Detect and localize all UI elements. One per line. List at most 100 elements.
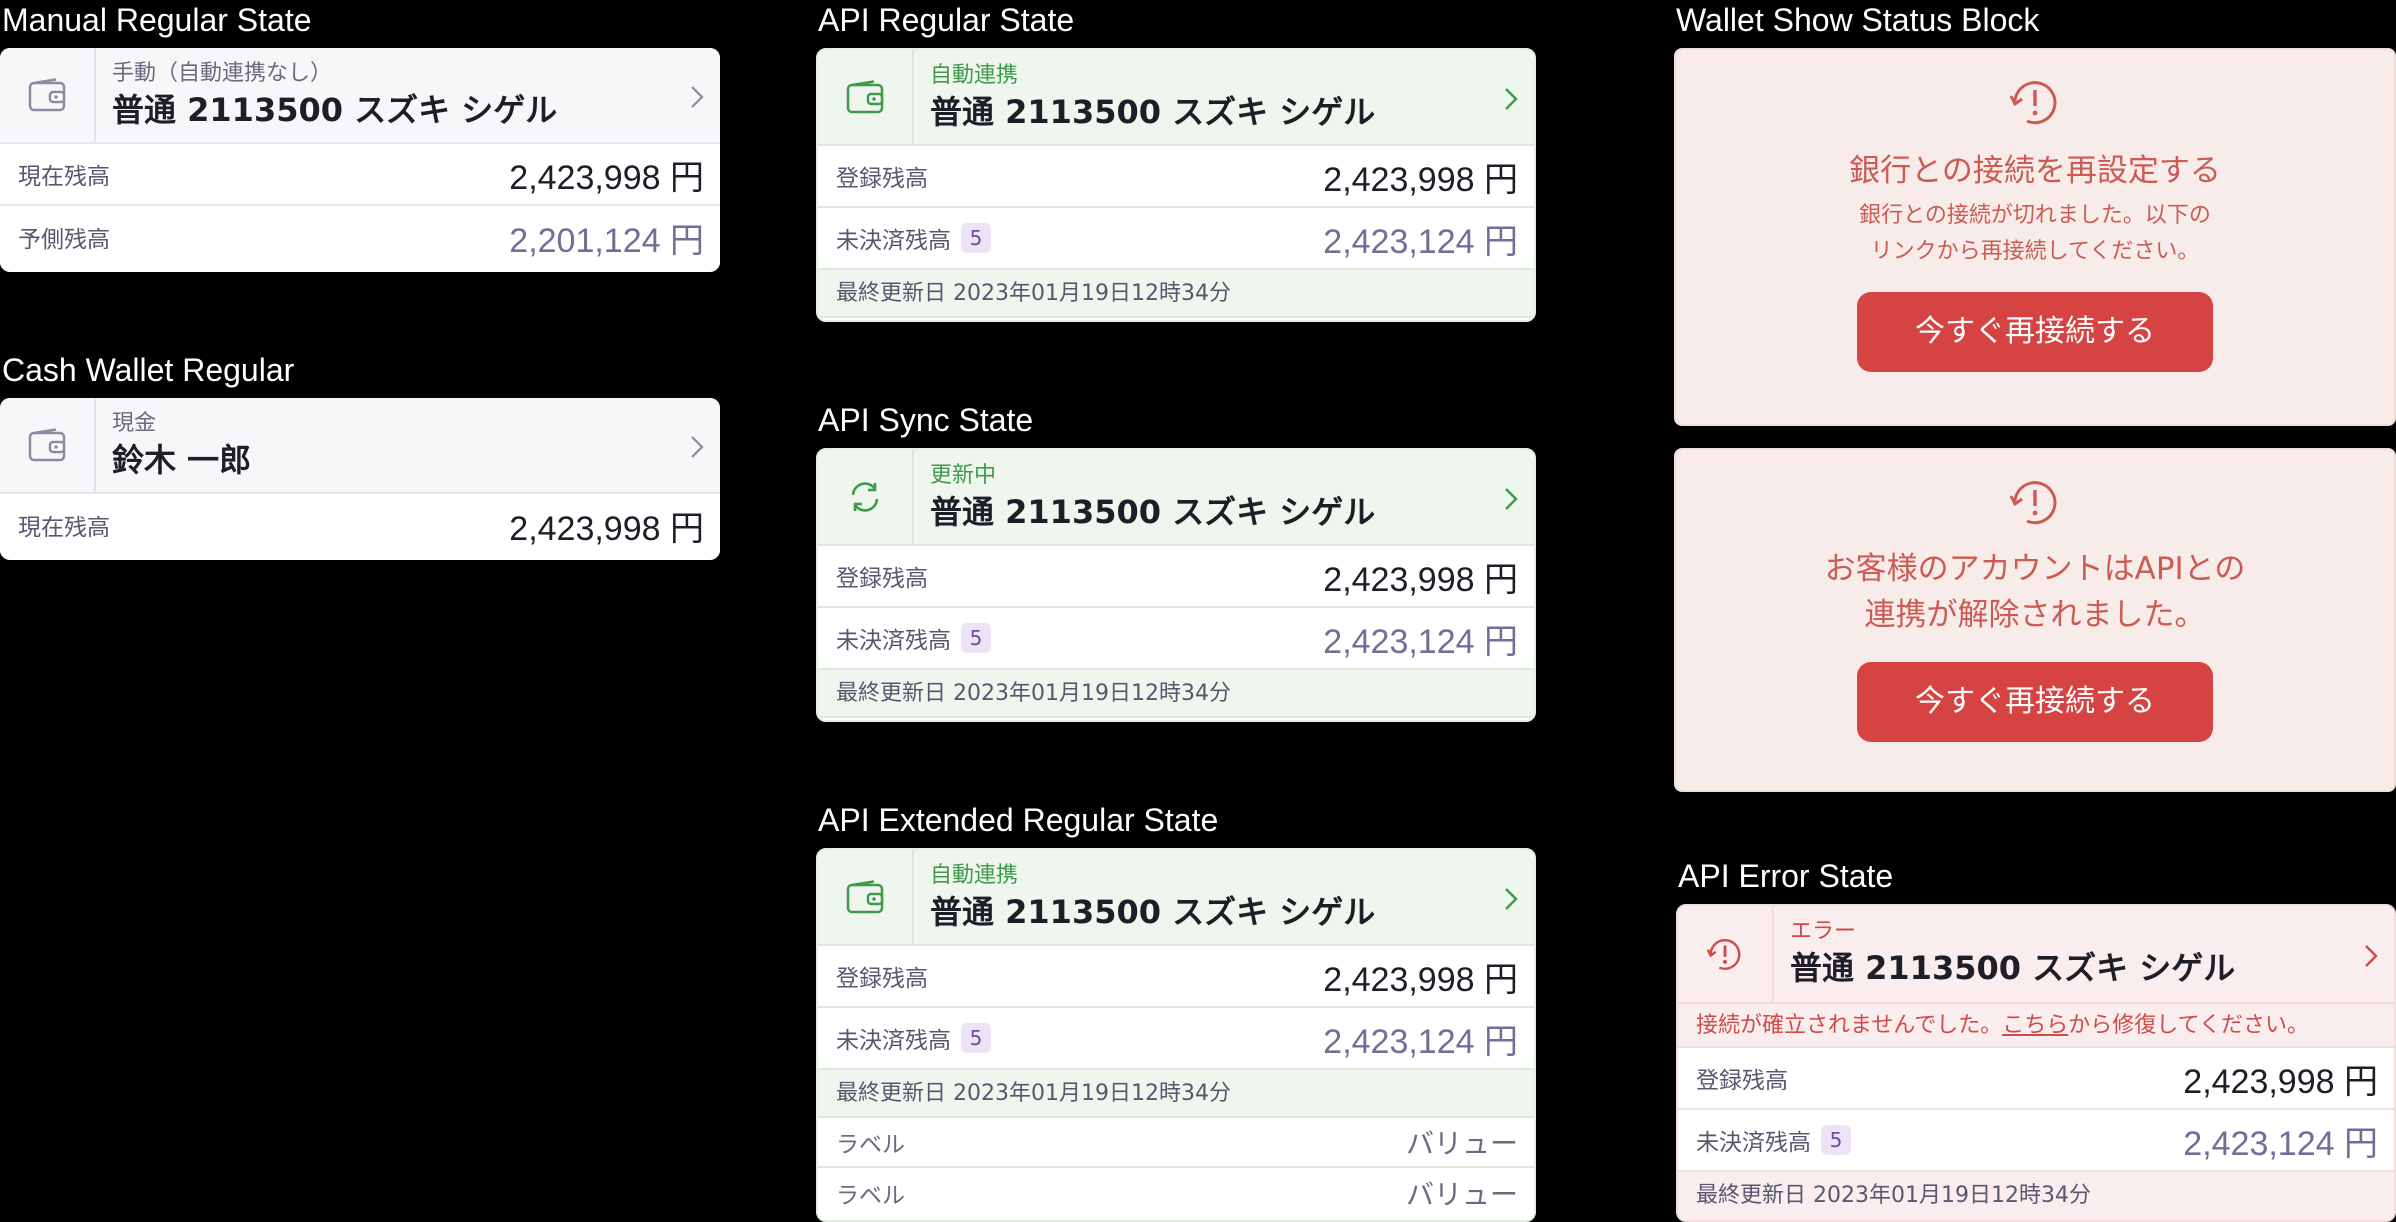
balance-value: 2,423,998 円 (1323, 959, 1518, 1000)
balance-label: 現在残高 (18, 164, 110, 190)
sync-status-label: 自動連携 (930, 63, 1019, 88)
balance-value: 2,423,998 円 (1323, 159, 1518, 200)
pending-value: 2,423,124 円 (1323, 621, 1518, 662)
account-name: 普通 2113500 スズキ シゲル (930, 893, 1376, 931)
balance-value: 2,423,998 円 (1323, 559, 1518, 600)
alert-sync-icon (2007, 76, 2063, 132)
reconnect-button[interactable]: 今すぐ再接続する (1857, 662, 2213, 742)
chevron-right-icon (2364, 944, 2378, 972)
extra-value: バリュー (1405, 1127, 1518, 1160)
card-header[interactable]: 自動連携 普通 2113500 スズキ シゲル (818, 850, 1534, 946)
sync-status-label: 自動連携 (930, 863, 1019, 888)
account-name: 普通 2113500 スズキ シゲル (930, 493, 1376, 531)
section-title-manual: Manual Regular State (2, 2, 312, 38)
balance-value: 2,423,998 円 (509, 157, 704, 198)
cash-wallet-card[interactable]: 現金 鈴木 一郎 現在残高 2,423,998 円 (0, 398, 720, 560)
section-title-api-sync: API Sync State (818, 402, 1034, 438)
repair-link[interactable]: こちら (2002, 1013, 2068, 1038)
current-balance-row: 現在残高 2,423,998 円 (0, 494, 720, 556)
balance-label: 現在残高 (18, 515, 110, 541)
card-header[interactable]: 更新中 普通 2113500 スズキ シゲル (818, 450, 1534, 546)
extra-label: ラベル (836, 1132, 905, 1158)
balance-value: 2,423,998 円 (2183, 1061, 2378, 1102)
chevron-right-icon (1504, 87, 1518, 115)
account-type-label: 手動（自動連携なし） (112, 61, 333, 86)
reconnect-button[interactable]: 今すぐ再接続する (1857, 292, 2213, 372)
account-name: 普通 2113500 スズキ シゲル (112, 91, 558, 129)
extra-label: ラベル (836, 1183, 905, 1209)
registered-balance-row: 登録残高 2,423,998 円 (818, 546, 1534, 608)
registered-balance-row: 登録残高 2,423,998 円 (1678, 1048, 2394, 1110)
balance-value: 2,201,124 円 (509, 220, 704, 261)
chevron-right-icon (690, 435, 704, 463)
section-title-cash: Cash Wallet Regular (2, 352, 295, 388)
balance-label: 登録残高 (836, 566, 928, 592)
sync-icon (818, 450, 914, 544)
wallet-icon (818, 850, 914, 944)
pending-value: 2,423,124 円 (1323, 221, 1518, 262)
alert-sync-icon (1678, 906, 1774, 1002)
api-regular-card[interactable]: 自動連携 普通 2113500 スズキ シゲル 登録残高 2,423,998 円… (816, 48, 1536, 322)
pending-label: 未決済残高 5 (836, 221, 991, 255)
last-updated: 最終更新日 2023年01月19日12時34分 (818, 1070, 1534, 1118)
pending-value: 2,423,124 円 (1323, 1021, 1518, 1062)
last-updated: 最終更新日 2023年01月19日12時34分 (1678, 1172, 2394, 1220)
section-title-wallet-status: Wallet Show Status Block (1676, 2, 2040, 38)
error-status-label: エラー (1790, 919, 1857, 944)
card-header[interactable]: エラー 普通 2113500 スズキ シゲル (1678, 906, 2394, 1004)
balance-label: 予側残高 (18, 227, 110, 253)
extra-row: ラベル バリュー (818, 1168, 1534, 1218)
chevron-right-icon (1504, 487, 1518, 515)
registered-balance-row: 登録残高 2,423,998 円 (818, 946, 1534, 1008)
pending-label: 未決済残高 5 (836, 621, 991, 655)
chevron-right-icon (1504, 887, 1518, 915)
wallet-icon (0, 398, 96, 492)
api-unlinked-status-block: お客様のアカウントはAPIとの 連携が解除されました。 今すぐ再接続する (1674, 448, 2396, 792)
pending-label: 未決済残高 5 (1696, 1123, 1851, 1157)
pending-count-badge: 5 (961, 223, 991, 253)
alert-sync-icon (2007, 476, 2063, 532)
extra-value: バリュー (1405, 1178, 1518, 1211)
pending-label: 未決済残高 5 (836, 1021, 991, 1055)
balance-label: 登録残高 (836, 166, 928, 192)
last-updated: 最終更新日 2023年01月19日12時34分 (818, 670, 1534, 718)
reconnect-status-block: 銀行との接続を再設定する 銀行との接続が切れました。以下の リンクから再接続して… (1674, 48, 2396, 426)
card-header[interactable]: 自動連携 普通 2113500 スズキ シゲル (818, 50, 1534, 146)
sync-status-label: 更新中 (930, 463, 997, 488)
pending-balance-row: 未決済残高 5 2,423,124 円 (1678, 1110, 2394, 1172)
extra-row: ラベル バリュー (818, 1118, 1534, 1168)
pending-count-badge: 5 (961, 1023, 991, 1053)
section-title-api-regular: API Regular State (818, 2, 1075, 38)
status-title: お客様のアカウントはAPIとの 連携が解除されました。 (1824, 551, 2246, 633)
section-title-api-extended: API Extended Regular State (818, 802, 1219, 838)
chevron-right-icon (690, 85, 704, 113)
balance-label: 登録残高 (1696, 1068, 1788, 1094)
account-name: 鈴木 一郎 (112, 441, 252, 479)
api-extended-card[interactable]: 自動連携 普通 2113500 スズキ シゲル 登録残高 2,423,998 円… (816, 848, 1536, 1222)
wallet-icon (0, 48, 96, 142)
balance-label: 登録残高 (836, 966, 928, 992)
account-name: 普通 2113500 スズキ シゲル (1790, 949, 2236, 987)
api-sync-card[interactable]: 更新中 普通 2113500 スズキ シゲル 登録残高 2,423,998 円 … (816, 448, 1536, 722)
wallet-icon (818, 50, 914, 144)
card-header[interactable]: 現金 鈴木 一郎 (0, 398, 720, 494)
account-name: 普通 2113500 スズキ シゲル (930, 93, 1376, 131)
api-error-card[interactable]: エラー 普通 2113500 スズキ シゲル 接続が確立されませんでした。こちら… (1676, 904, 2396, 1222)
current-balance-row: 現在残高 2,423,998 円 (0, 144, 720, 206)
manual-wallet-card[interactable]: 手動（自動連携なし） 普通 2113500 スズキ シゲル 現在残高 2,423… (0, 48, 720, 272)
pending-value: 2,423,124 円 (2183, 1123, 2378, 1164)
pending-balance-row: 未決済残高 5 2,423,124 円 (818, 208, 1534, 270)
status-description: 銀行との接続が切れました。以下の リンクから再接続してください。 (1859, 203, 2211, 264)
last-updated: 最終更新日 2023年01月19日12時34分 (818, 270, 1534, 318)
section-title-api-error: API Error State (1678, 858, 1894, 894)
pending-balance-row: 未決済残高 5 2,423,124 円 (818, 1008, 1534, 1070)
error-message: 接続が確立されませんでした。こちらから修復してください。 (1678, 1004, 2394, 1048)
card-header[interactable]: 手動（自動連携なし） 普通 2113500 スズキ シゲル (0, 48, 720, 144)
pending-count-badge: 5 (1821, 1125, 1851, 1155)
pending-balance-row: 未決済残高 5 2,423,124 円 (818, 608, 1534, 670)
registered-balance-row: 登録残高 2,423,998 円 (818, 146, 1534, 208)
forecast-balance-row: 予側残高 2,201,124 円 (0, 206, 720, 268)
account-type-label: 現金 (112, 411, 157, 436)
status-title: 銀行との接続を再設定する (1849, 153, 2221, 189)
pending-count-badge: 5 (961, 623, 991, 653)
